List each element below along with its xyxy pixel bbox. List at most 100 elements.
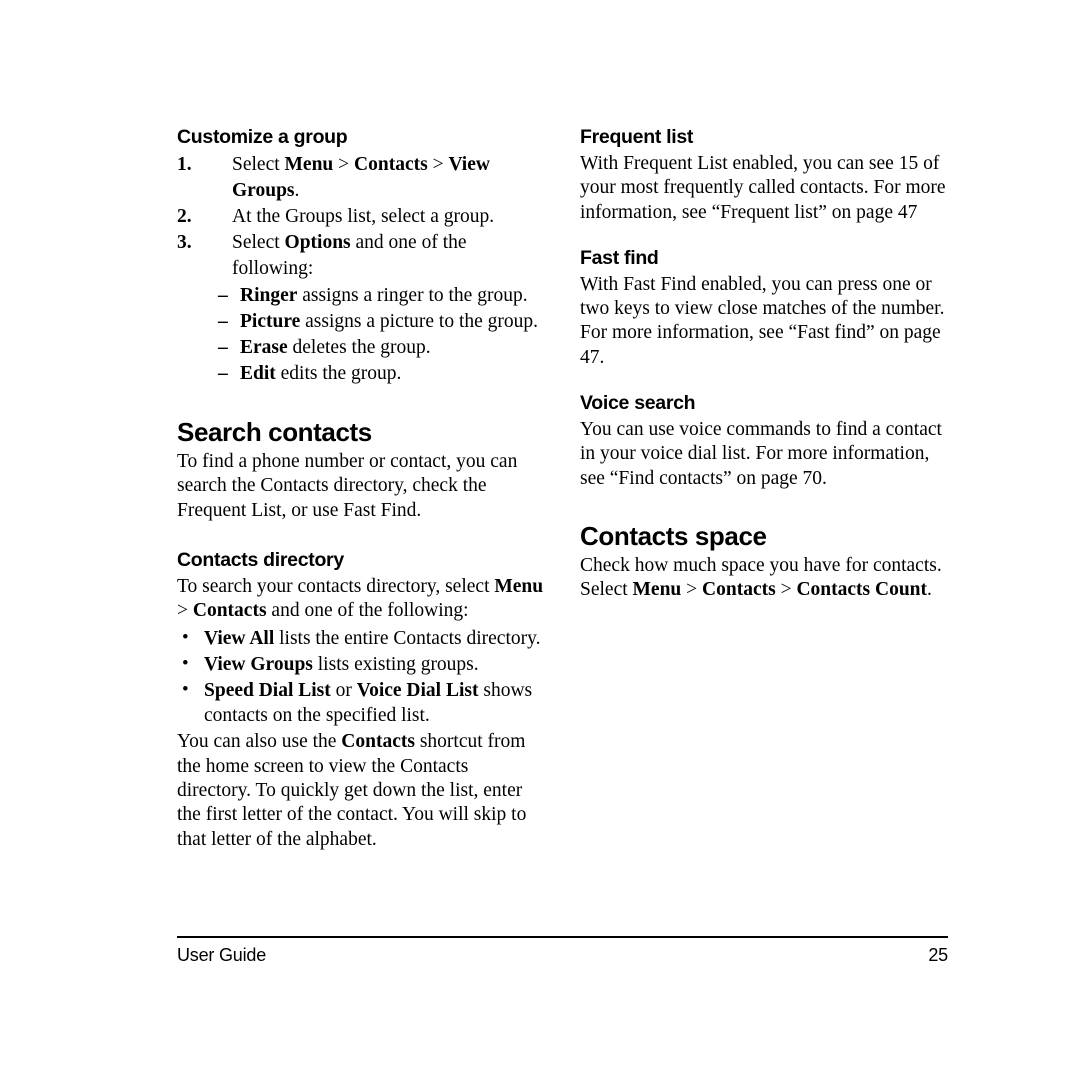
ui-term-menu: Menu: [494, 575, 544, 597]
step-text-pre: Select: [232, 232, 285, 253]
step-text: Select Menu > Contacts > View Groups.: [232, 154, 490, 201]
intro-post: and one of the following:: [266, 600, 469, 622]
search-contacts-intro: To find a phone number or contact, you c…: [177, 451, 518, 521]
list-item-description: lists the entire Contacts directory.: [274, 628, 541, 650]
frequent-list-body: With Frequent List enabled, you can see …: [580, 153, 946, 223]
option-text: Ringer assigns a ringer to the group.: [240, 285, 528, 306]
contacts-directory-options: • View All lists the entire Contacts dir…: [177, 626, 545, 728]
step-item: 2. At the Groups list, select a group.: [177, 204, 545, 230]
ui-term-options: Options: [284, 232, 351, 253]
section-contacts-directory: Contacts directory To search your contac…: [177, 549, 545, 852]
option-item: – Edit edits the group.: [177, 361, 545, 387]
ui-term-contacts: Contacts: [192, 600, 267, 622]
ui-term-ringer: Ringer: [240, 285, 298, 306]
heading-search-contacts: Search contacts: [177, 417, 372, 447]
select-sep-2: >: [775, 579, 797, 601]
option-description: edits the group.: [275, 363, 402, 384]
footer-page-number: 25: [928, 945, 948, 965]
list-item: • Speed Dial List or Voice Dial List sho…: [177, 678, 545, 728]
section-frequent-list: Frequent list With Frequent List enabled…: [580, 126, 948, 225]
heading-contacts-space: Contacts space: [580, 520, 767, 551]
ui-term-view-groups: View Groups: [204, 654, 313, 676]
right-column: Frequent list With Frequent List enabled…: [580, 126, 948, 603]
ui-term-menu: Menu: [632, 579, 682, 601]
footer-divider: [177, 936, 948, 938]
outro-pre: You can also use the: [177, 731, 342, 753]
contacts-space-select: Select Menu > Contacts > Contacts Count.: [580, 578, 948, 602]
section-search-contacts: Search contacts To find a phone number o…: [177, 417, 545, 523]
dash-marker-icon: –: [218, 285, 228, 306]
option-description: assigns a ringer to the group.: [297, 285, 528, 306]
option-description: deletes the group.: [287, 337, 431, 358]
step-sep-2: >: [427, 154, 449, 175]
ui-term-erase: Erase: [240, 337, 288, 358]
voice-search-body: You can use voice commands to find a con…: [580, 419, 942, 489]
section-fast-find: Fast find With Fast Find enabled, you ca…: [580, 247, 948, 370]
intro-sep: >: [177, 600, 193, 622]
footer-document-title: User Guide: [177, 945, 267, 965]
option-text: Picture assigns a picture to the group.: [240, 311, 538, 332]
bullet-marker-icon: •: [182, 653, 189, 675]
heading-customize-a-group: Customize a group: [177, 126, 348, 148]
step-text-post: .: [294, 180, 300, 201]
contacts-space-body: Check how much space you have for contac…: [580, 554, 942, 576]
list-item-text: Speed Dial List or Voice Dial List shows…: [204, 680, 532, 726]
bullet-marker-icon: •: [182, 679, 189, 701]
ui-term-edit: Edit: [240, 363, 276, 384]
contacts-directory-intro: To search your contacts directory, selec…: [177, 575, 545, 624]
step-number: 2.: [177, 206, 192, 227]
dash-marker-icon: –: [218, 337, 228, 358]
option-item: – Erase deletes the group.: [177, 335, 545, 361]
ui-term-voice-dial-list: Voice Dial List: [356, 680, 479, 702]
step-sep-1: >: [333, 154, 355, 175]
step-text-pre: Select: [232, 154, 285, 175]
step-item: 3. Select Options and one of the followi…: [177, 230, 545, 282]
dash-marker-icon: –: [218, 311, 228, 332]
option-text: Erase deletes the group.: [240, 337, 431, 358]
list-item: • View All lists the entire Contacts dir…: [177, 626, 545, 651]
footer-row: User Guide 25: [177, 944, 948, 966]
list-item-text: View Groups lists existing groups.: [204, 654, 479, 675]
ui-term-picture: Picture: [240, 311, 301, 332]
step-item: 1. Select Menu > Contacts > View Groups.: [177, 152, 545, 204]
ui-term-menu: Menu: [284, 154, 334, 175]
option-item: – Ringer assigns a ringer to the group.: [177, 283, 545, 309]
list-item-description: lists existing groups.: [312, 654, 479, 676]
ui-term-contacts: Contacts: [354, 154, 428, 175]
select-sep-1: >: [681, 579, 703, 601]
heading-frequent-list: Frequent list: [580, 126, 694, 148]
section-contacts-space: Contacts space Check how much space you …: [580, 521, 948, 603]
document-page: Customize a group 1. Select Menu > Conta…: [0, 0, 1080, 1080]
select-post: .: [927, 579, 932, 601]
heading-contacts-directory: Contacts directory: [177, 548, 344, 571]
section-voice-search: Voice search You can use voice commands …: [580, 392, 948, 491]
step-text: At the Groups list, select a group.: [232, 206, 495, 227]
bullet-marker-icon: •: [182, 627, 189, 649]
page-footer: User Guide 25: [177, 936, 948, 966]
dash-marker-icon: –: [218, 363, 228, 384]
customize-group-options: – Ringer assigns a ringer to the group. …: [177, 283, 545, 387]
option-text: Edit edits the group.: [240, 363, 401, 384]
section-customize-a-group: Customize a group 1. Select Menu > Conta…: [177, 126, 545, 387]
ui-term-contacts: Contacts: [702, 579, 776, 601]
option-description: assigns a picture to the group.: [300, 311, 539, 332]
heading-fast-find: Fast find: [580, 246, 659, 269]
option-item: – Picture assigns a picture to the group…: [177, 309, 545, 335]
step-number: 1.: [177, 154, 192, 175]
heading-voice-search: Voice search: [580, 392, 696, 415]
select-pre: Select: [580, 579, 633, 601]
fast-find-body: With Fast Find enabled, you can press on…: [580, 273, 945, 368]
intro-pre: To search your contacts directory, selec…: [177, 575, 495, 597]
ui-term-speed-dial-list: Speed Dial List: [204, 680, 331, 702]
ui-term-view-all: View All: [204, 628, 275, 650]
step-number: 3.: [177, 232, 192, 253]
contacts-directory-outro: You can also use the Contacts shortcut f…: [177, 730, 545, 851]
customize-group-steps: 1. Select Menu > Contacts > View Groups.…: [177, 152, 545, 282]
ui-term-contacts-count: Contacts Count: [796, 579, 928, 601]
list-item-text: View All lists the entire Contacts direc…: [204, 628, 540, 649]
left-column: Customize a group 1. Select Menu > Conta…: [177, 126, 545, 852]
list-item: • View Groups lists existing groups.: [177, 652, 545, 677]
step-text: Select Options and one of the following:: [232, 232, 467, 279]
ui-term-contacts: Contacts: [341, 731, 415, 753]
list-item-conjunction: or: [330, 680, 357, 702]
